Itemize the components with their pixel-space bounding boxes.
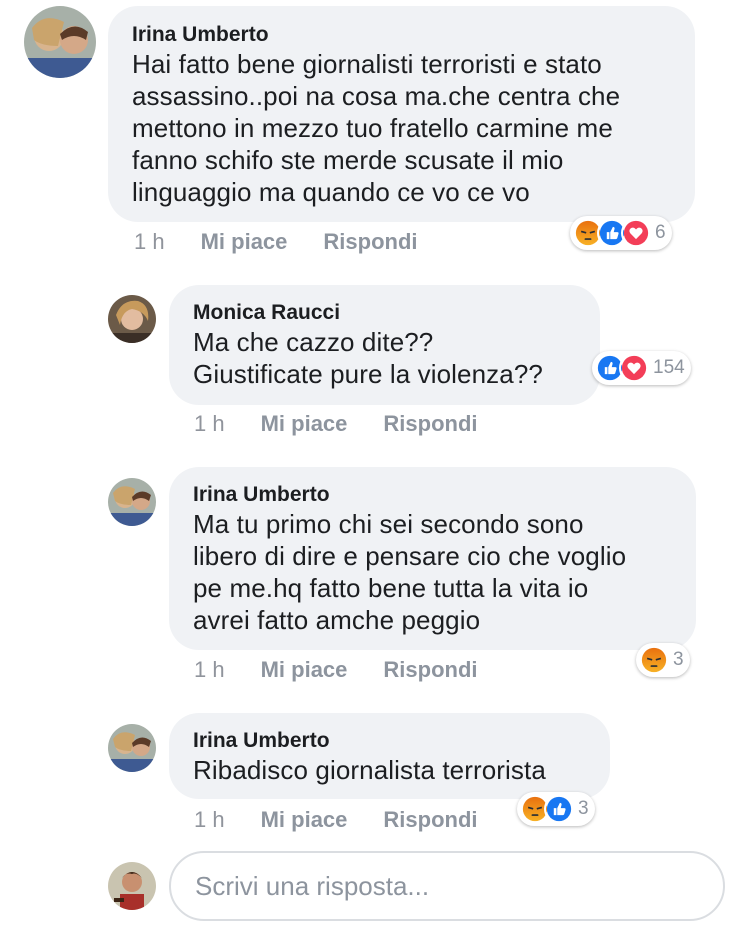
avatar-irina-image (24, 6, 96, 78)
comment-author[interactable]: Irina Umberto (132, 22, 675, 48)
current-user-image (108, 862, 156, 910)
reply-button[interactable]: Rispondi (383, 657, 477, 683)
like-button[interactable]: Mi piace (261, 657, 348, 683)
reply-input[interactable] (193, 869, 723, 903)
comment-time[interactable]: 1 h (194, 807, 225, 833)
like-button[interactable]: Mi piace (261, 411, 348, 437)
comment-actions: 1 h Mi piace Rispondi (134, 227, 418, 257)
reply-button[interactable]: Rispondi (323, 229, 417, 255)
comment-time[interactable]: 1 h (194, 411, 225, 437)
comment-bubble: Irina Umberto Ribadisco giornalista terr… (169, 713, 610, 799)
reply-button[interactable]: Rispondi (383, 411, 477, 437)
reactions-summary[interactable]: 154 (592, 351, 691, 385)
avatar[interactable] (108, 295, 156, 343)
reaction-count: 3 (578, 798, 589, 819)
comment-text: Hai fatto bene giornalisti terroristi e … (132, 49, 621, 207)
comment-actions: 1 h Mi piace Rispondi (194, 655, 478, 685)
reply-input-box[interactable] (169, 851, 725, 921)
like-button[interactable]: Mi piace (201, 229, 288, 255)
avatar-irina-image (108, 724, 156, 772)
reply-button[interactable]: Rispondi (383, 807, 477, 833)
avatar-irina-image (108, 478, 156, 526)
current-user-avatar (108, 862, 156, 910)
reaction-count: 154 (653, 357, 685, 378)
reactions-summary[interactable]: 6 (570, 216, 672, 250)
love-reaction-icon (621, 218, 651, 248)
comment-author[interactable]: Monica Raucci (193, 300, 580, 326)
reactions-summary[interactable]: 3 (517, 792, 595, 826)
comment-text: Ribadisco giornalista terrorista (193, 755, 546, 785)
comment-author[interactable]: Irina Umberto (193, 482, 676, 508)
like-reaction-icon (544, 794, 574, 824)
comment-time[interactable]: 1 h (194, 657, 225, 683)
reactions-summary[interactable]: 3 (636, 643, 690, 677)
avatar[interactable] (108, 478, 156, 526)
reaction-count: 6 (655, 222, 666, 243)
comment-author[interactable]: Irina Umberto (193, 728, 590, 754)
comment-text: Ma tu primo chi sei secondo sono libero … (193, 509, 627, 635)
comment-actions: 1 h Mi piace Rispondi (194, 409, 478, 439)
comment-text: Ma che cazzo dite?? Giustificate pure la… (193, 327, 543, 389)
comment-bubble: Irina Umberto Hai fatto bene giornalisti… (108, 6, 695, 222)
reaction-count: 3 (673, 649, 684, 670)
avatar-monica-image (108, 295, 156, 343)
angry-reaction-icon (639, 645, 669, 675)
avatar[interactable] (24, 6, 96, 78)
avatar[interactable] (108, 724, 156, 772)
comment-time[interactable]: 1 h (134, 229, 165, 255)
comment-bubble: Irina Umberto Ma tu primo chi sei second… (169, 467, 696, 650)
comment-bubble: Monica Raucci Ma che cazzo dite?? Giusti… (169, 285, 600, 405)
comment-actions: 1 h Mi piace Rispondi (194, 805, 478, 835)
love-reaction-icon (619, 353, 649, 383)
like-button[interactable]: Mi piace (261, 807, 348, 833)
